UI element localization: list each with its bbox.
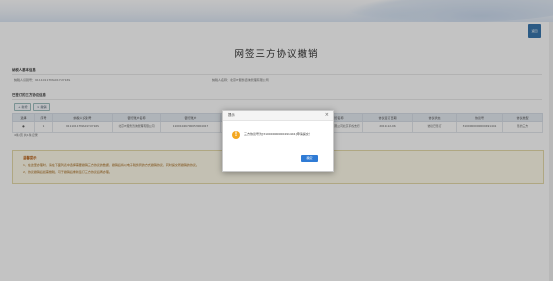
alert-dialog: 提示 × ! 三方协议号为[31000000000491441]申请提交！ 确定 (222, 110, 334, 172)
dialog-title: 提示 (228, 113, 235, 117)
dialog-message: 三方协议号为[31000000000491441]申请提交！ (244, 132, 312, 136)
warning-icon: ! (232, 131, 240, 139)
ok-button[interactable]: 确定 (301, 155, 318, 162)
dialog-header: 提示 × (223, 111, 333, 121)
close-icon[interactable]: × (325, 111, 329, 120)
